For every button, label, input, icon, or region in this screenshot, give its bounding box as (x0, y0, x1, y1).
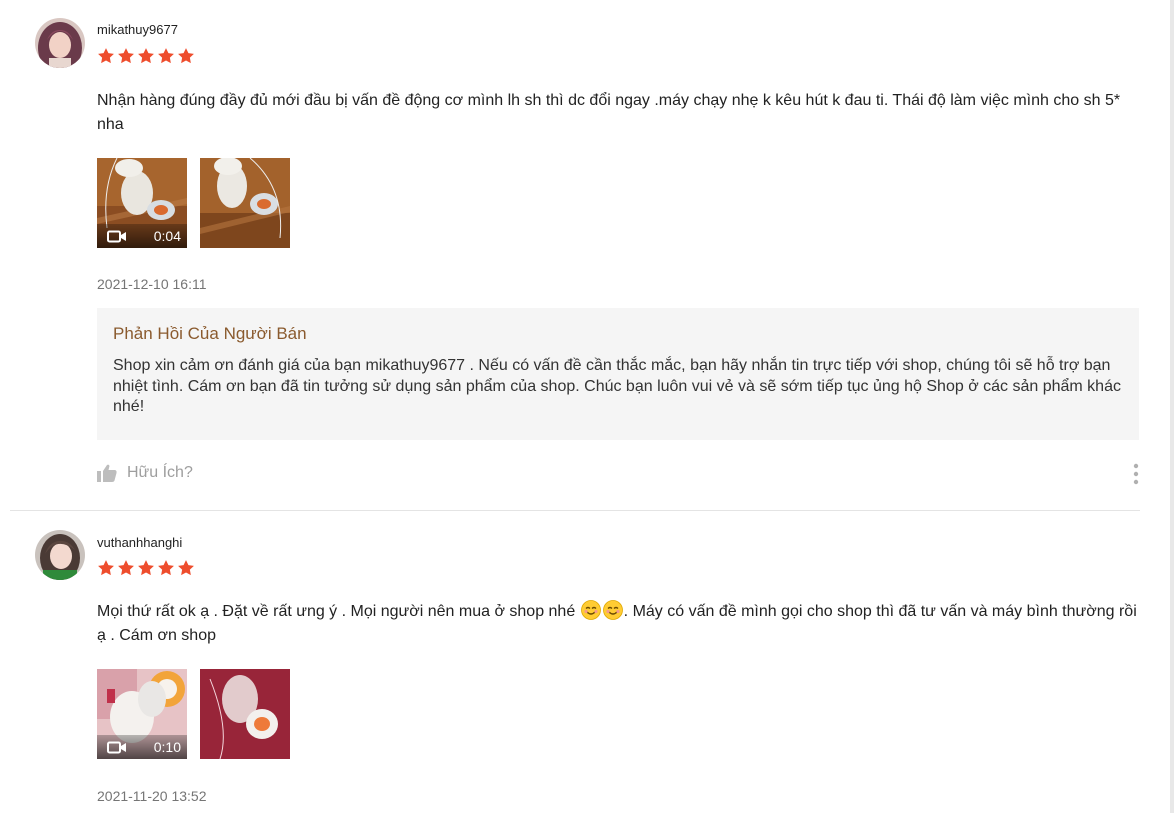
star-icon (178, 48, 194, 64)
reviewer-username[interactable]: mikathuy9677 (97, 22, 178, 37)
star-icon (158, 48, 174, 64)
star-icon (158, 560, 174, 576)
video-camera-icon (107, 741, 126, 753)
video-overlay: 0:04 (97, 224, 187, 248)
product-reviews-list: mikathuy9677 Nhận hàng đúng đầy đủ mới đ… (0, 0, 1174, 813)
seller-reply: Phản Hồi Của Người Bán Shop xin cảm ơn đ… (97, 308, 1139, 440)
video-duration: 0:10 (153, 739, 181, 755)
avatar[interactable] (35, 530, 85, 580)
star-icon (178, 560, 194, 576)
star-icon (98, 560, 114, 576)
review-image-thumbnail[interactable] (200, 158, 290, 248)
star-icon (98, 48, 114, 64)
review-media: 0:10 (97, 669, 290, 759)
review-timestamp: 2021-12-10 16:11 (97, 276, 207, 292)
smiling-face-icon (580, 600, 601, 620)
review-item: vuthanhhanghi Mọi thứ rất ok ạ . Đặt về … (0, 511, 1150, 813)
star-icon (118, 560, 134, 576)
thumbs-up-icon (97, 464, 117, 482)
more-vertical-icon[interactable] (1129, 462, 1143, 488)
reviewer-username[interactable]: vuthanhhanghi (97, 535, 182, 550)
star-rating (97, 47, 195, 65)
star-icon (118, 48, 134, 64)
seller-reply-title: Phản Hồi Của Người Bán (113, 324, 307, 343)
review-comment: Mọi thứ rất ok ạ . Đặt về rất ưng ý . Mọ… (97, 600, 1147, 648)
video-camera-icon (107, 230, 126, 242)
scrollbar-track[interactable] (1170, 0, 1174, 813)
avatar[interactable] (35, 18, 85, 68)
smiling-face-icon (602, 600, 623, 620)
video-duration: 0:04 (153, 228, 181, 244)
review-media: 0:04 (97, 158, 290, 248)
seller-reply-text: Shop xin cảm ơn đánh giá của bạn mikathu… (113, 357, 1121, 415)
review-comment: Nhận hàng đúng đầy đủ mới đầu bị vấn đề … (97, 92, 1121, 133)
review-comment-part1: Mọi thứ rất ok ạ . Đặt về rất ưng ý . Mọ… (97, 603, 580, 620)
review-video-thumbnail[interactable]: 0:10 (97, 669, 187, 759)
helpful-label: Hữu Ích? (127, 464, 193, 481)
helpful-button[interactable]: Hữu Ích? (97, 464, 193, 482)
review-video-thumbnail[interactable]: 0:04 (97, 158, 187, 248)
review-timestamp: 2021-11-20 13:52 (97, 788, 207, 804)
video-overlay: 0:10 (97, 735, 187, 759)
star-icon (138, 560, 154, 576)
star-rating (97, 559, 195, 577)
star-icon (138, 48, 154, 64)
review-image-thumbnail[interactable] (200, 669, 290, 759)
review-item: mikathuy9677 Nhận hàng đúng đầy đủ mới đ… (0, 0, 1150, 511)
